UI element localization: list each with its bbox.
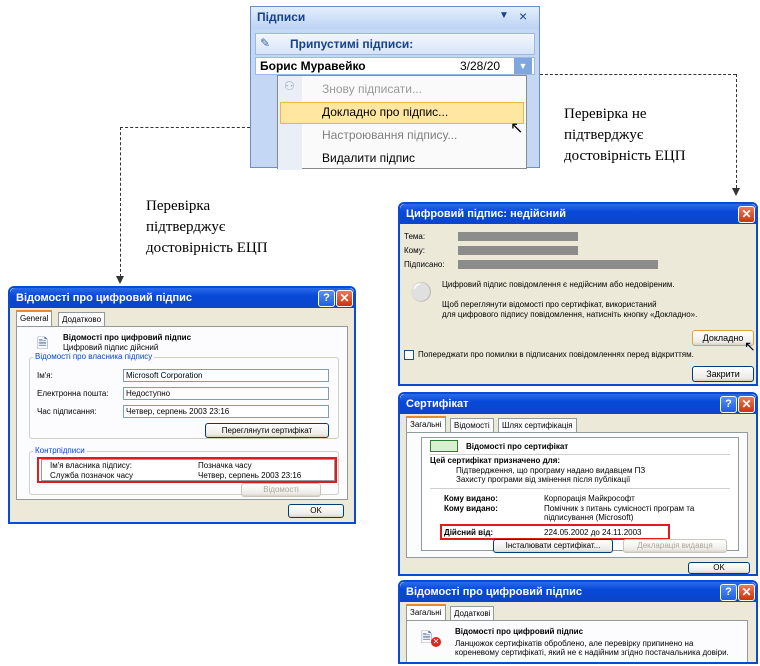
general-panel: 🗎 Відомості про цифровий підпис Цифровий… [16,326,348,500]
warn-checkbox[interactable] [404,350,414,360]
chain-tab-general[interactable]: Загальні [406,604,446,621]
header-title: Відомості про цифровий підпис [63,333,192,342]
cert-title: Сертифікат [406,398,469,410]
to-label: Кому: [404,246,425,255]
purpose-1: Підтвердження, що програму надано видавц… [456,466,646,475]
cert-close-icon[interactable]: ✕ [738,396,755,413]
time-value: Четвер, серпень 2003 23:16 [123,405,329,418]
signer-name: Борис Муравейко [260,59,366,73]
signature-date: 3/28/20 [460,59,501,73]
issued-by-label: Кому видано: [444,504,498,513]
header-subtitle: Цифровий підпис дійсний [63,343,159,352]
dialog-title: Відомості про цифровий підпис [16,292,193,304]
validity-highlight [440,524,670,540]
issued-by-value-2: підписування (Microsoft) [544,513,634,522]
invalid-close-icon[interactable]: ✕ [738,206,755,223]
caption-valid: Перевірка підтверджує достовірність ЕЦП [146,198,268,256]
chain-panel: 🗎 ✕ Відомості про цифровий підпис Ланцюж… [406,620,748,662]
caption-invalid: Перевірка не підтверджує достовірність ЕЦП [564,106,686,164]
instruction-line-2: для цифрового підпису повідомлення, нати… [442,310,698,319]
purpose-title: Цей сертифікат призначено для: [430,456,561,465]
subject-label: Тема: [404,232,426,241]
view-certificate-button[interactable]: Переглянути сертифікат [205,423,329,438]
subject-redacted [458,232,578,241]
signature-row[interactable]: Борис Муравейко 3/28/20 ▼ [255,57,535,75]
name-value: Microsoft Corporation [123,369,329,382]
signed-label: Підписано: [404,260,445,269]
chain-help-icon[interactable]: ? [720,584,737,601]
menu-resign[interactable]: Знову підписати... [322,82,422,96]
cert-header: Відомості про сертифікат [466,442,569,451]
tab-general[interactable]: General [16,310,53,327]
email-value: Недоступно [123,387,329,400]
purpose-2: Захисту програми від змінення після публ… [456,475,631,484]
owner-group-title: Відомості про власника підпису [33,352,155,361]
close-icon[interactable]: ✕ [336,290,353,307]
signed-redacted [458,260,658,269]
issued-to-value: Корпорація Майкрософт [544,494,635,503]
invalid-seal-icon: ⚪ [410,282,433,302]
pane-options-icon[interactable]: ▼ [499,10,509,21]
signatures-pane: Підписи ▼ × ✎ Припустимі підписи: Борис … [250,6,540,170]
email-label: Електронна пошта: [37,389,109,398]
cursor-icon-2: ↖ [744,338,756,354]
signature-dropdown-icon[interactable]: ▼ [514,58,532,74]
chain-msg-2: кореневому сертифікаті, який не є надійн… [455,648,729,657]
chain-close-icon[interactable]: ✕ [738,584,755,601]
pane-title: Підписи [257,10,306,24]
menu-settings[interactable]: Настроювання підпису... [322,128,457,142]
certificate-dialog: Сертифікат ? ✕ Загальні Відомості Шлях с… [398,392,758,576]
signature-context-menu: ⚇ Знову підписати... Докладно про підпис… [277,75,527,170]
signature-chain-dialog: Відомості про цифровий підпис ? ✕ Загаль… [398,580,758,664]
tab-advanced[interactable]: Додатково [58,312,106,327]
to-redacted [458,246,578,255]
invalid-signature-dialog: Цифровий підпис: недійсний ✕ Тема: Кому:… [398,202,758,386]
close-button[interactable]: Закрити [692,366,754,382]
name-label: Ім'я: [37,371,53,380]
cert-title-bar: Сертифікат [400,394,756,414]
countersign-title: Контрпідписи [33,446,87,455]
signature-pen-icon: ✎ [260,36,271,50]
issued-to-label: Кому видано: [444,494,498,503]
invalid-title-bar: Цифровий підпис: недійсний [400,204,756,224]
error-badge-icon: ✕ [431,637,441,647]
cert-help-icon[interactable]: ? [720,396,737,413]
menu-delete[interactable]: Видалити підпис [322,151,415,165]
resign-icon: ⚇ [284,79,295,93]
details-button[interactable]: Відомості [241,483,321,497]
cert-general-panel: Відомості про сертифікат Цей сертифікат … [406,432,748,558]
cert-info-box: Відомості про сертифікат Цей сертифікат … [421,437,739,551]
time-label: Час підписання: [37,407,97,416]
ok-button[interactable]: OK [288,504,344,518]
valid-signatures-bar: ✎ Припустимі підписи: [255,33,535,55]
valid-signatures-label: Припустимі підписи: [290,37,414,51]
chain-title-bar: Відомості про цифровий підпис [400,582,756,602]
invalid-message: Цифровий підпис повідомлення є недійсним… [442,280,675,289]
menu-details[interactable]: Докладно про підпис... [322,105,448,119]
chain-header: Відомості про цифровий підпис [455,627,584,636]
install-cert-button[interactable]: Інсталювати сертифікат... [493,539,613,553]
instruction-line-1: Щоб переглянути відомості про сертифікат… [442,300,657,309]
invalid-title: Цифровий підпис: недійсний [406,208,566,220]
help-icon[interactable]: ? [318,290,335,307]
chain-tab-advanced[interactable]: Додаткові [450,606,495,621]
certificate-icon [430,440,458,452]
issuer-statement-button[interactable]: Декларація видавця [623,539,727,553]
dialog-title-bar: Відомості про цифровий підпис [10,288,354,308]
pane-header: Підписи ▼ × [251,7,539,29]
cert-tab-general[interactable]: Загальні [406,416,446,433]
chain-title: Відомості про цифровий підпис [406,586,583,598]
warn-label: Попереджати про помилки в підписаних пов… [418,350,694,359]
cert-tab-details[interactable]: Відомості [450,418,494,433]
signature-details-dialog: Відомості про цифровий підпис ? ✕ Genera… [8,286,356,524]
mouse-cursor-icon: ↖ [510,120,524,137]
cert-ok-button[interactable]: OK [688,562,750,574]
cert-tab-path[interactable]: Шлях сертифікація [498,418,577,433]
pane-close-icon[interactable]: × [519,8,527,24]
chain-msg-1: Ланцюжок сертифікатів оброблено, але пер… [455,639,694,648]
issued-by-value-1: Помічник з питань сумісності програм та [544,504,695,513]
countersign-highlight [37,457,337,483]
